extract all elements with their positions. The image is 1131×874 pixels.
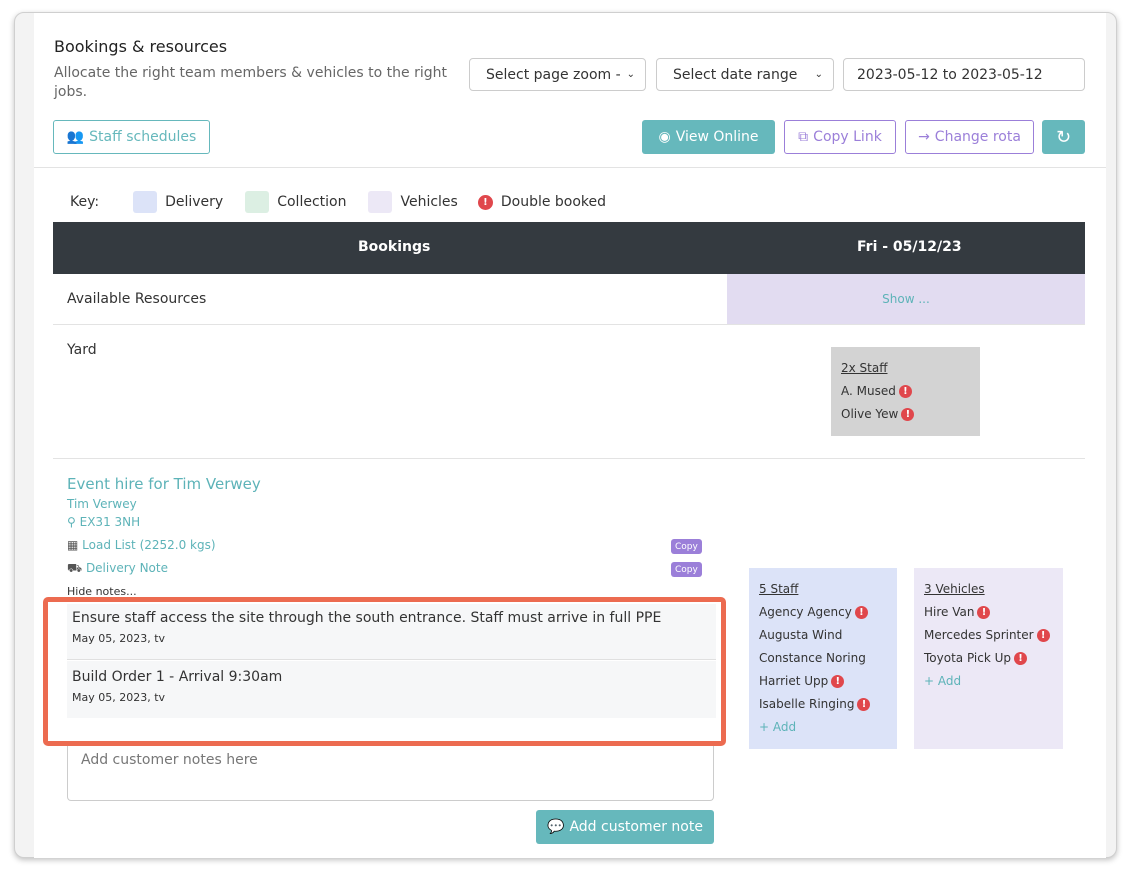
- error-icon: !: [854, 606, 868, 619]
- chevron-down-icon: ⌄: [626, 69, 635, 80]
- key-legend: Key: Delivery Collection Vehicles ! Doubl…: [70, 191, 606, 213]
- copy-icon: ⧉: [798, 129, 809, 145]
- note-text: Ensure staff access the site through the…: [72, 610, 662, 626]
- map-marker-icon: ⚲: [67, 515, 76, 529]
- staff-item[interactable]: Constance Noring: [759, 647, 887, 670]
- table-header: Bookings Fri - 05/12/23: [53, 222, 1085, 274]
- customer-note: Build Order 1 - Arrival 9:30am May 05, 2…: [67, 661, 716, 718]
- key-collection: Collection: [277, 194, 347, 210]
- error-icon: !: [831, 675, 845, 688]
- yard-label: Yard: [67, 342, 97, 358]
- vehicle-item[interactable]: Toyota Pick Up!: [924, 647, 1053, 670]
- error-icon: !: [857, 698, 871, 711]
- date-value: 2023-05-12 to 2023-05-12: [857, 66, 1043, 83]
- staff-title[interactable]: 5 Staff: [759, 582, 798, 596]
- vehicles-box: 3 Vehicles Hire Van! Mercedes Sprinter! …: [914, 568, 1063, 749]
- yard-staff-title[interactable]: 2x Staff: [841, 361, 888, 375]
- error-icon: !: [1014, 652, 1028, 665]
- add-note-label: Add customer note: [569, 819, 703, 835]
- users-icon: 👥: [66, 129, 85, 145]
- refresh-button[interactable]: ↻: [1042, 120, 1085, 154]
- customer-note: Ensure staff access the site through the…: [67, 604, 716, 660]
- refresh-icon: ↻: [1055, 126, 1072, 148]
- page-title: Bookings & resources: [54, 37, 228, 56]
- copy-load-list-button[interactable]: Copy: [671, 539, 702, 554]
- chevron-down-icon: ⌄: [814, 69, 823, 80]
- collection-swatch: [245, 191, 270, 213]
- copy-link-button[interactable]: ⧉ Copy Link: [784, 120, 896, 154]
- note-text: Build Order 1 - Arrival 9:30am: [72, 669, 283, 685]
- page-zoom-value: Select page zoom -: [486, 66, 621, 83]
- delivery-swatch: [133, 191, 158, 213]
- table-icon: ▦: [67, 538, 79, 552]
- staff-schedules-label: Staff schedules: [89, 129, 197, 145]
- staff-item[interactable]: Isabelle Ringing!: [759, 693, 887, 716]
- error-icon: !: [977, 606, 991, 619]
- view-online-button[interactable]: ◉ View Online: [642, 120, 775, 154]
- add-vehicle-link[interactable]: + Add: [924, 670, 1053, 693]
- vehicle-item[interactable]: Hire Van!: [924, 601, 1053, 624]
- staff-box: 5 Staff Agency Agency! Augusta Wind Cons…: [749, 568, 897, 749]
- add-staff-link[interactable]: + Add: [759, 716, 887, 739]
- yard-staff-box: 2x Staff A. Mused! Olive Yew!: [831, 347, 980, 436]
- divider: [53, 458, 1085, 459]
- divider: [34, 167, 1106, 168]
- key-label: Key:: [70, 194, 100, 210]
- staff-item[interactable]: Harriet Upp!: [759, 670, 887, 693]
- date-range-select[interactable]: Select date range ⌄: [656, 58, 834, 91]
- date-column-header: Fri - 05/12/23: [857, 239, 962, 255]
- view-online-label: View Online: [675, 129, 759, 145]
- customer-notes-textarea[interactable]: Add customer notes here: [67, 746, 714, 801]
- error-icon: !: [477, 194, 493, 210]
- key-double-booked: Double booked: [500, 194, 607, 210]
- date-input[interactable]: 2023-05-12 to 2023-05-12: [843, 58, 1085, 91]
- error-icon: !: [901, 408, 915, 421]
- error-icon: !: [1036, 629, 1050, 642]
- eye-icon: ◉: [658, 129, 671, 145]
- add-customer-note-button[interactable]: 💬 Add customer note: [536, 810, 714, 844]
- yard-staff-item[interactable]: Olive Yew!: [841, 403, 970, 426]
- key-delivery: Delivery: [165, 194, 224, 210]
- change-rota-label: Change rota: [934, 129, 1021, 145]
- note-meta: May 05, 2023, tv: [72, 691, 166, 704]
- bookings-column-header: Bookings: [358, 239, 431, 255]
- truck-icon: ⛟: [67, 561, 83, 575]
- staff-item[interactable]: Agency Agency!: [759, 601, 887, 624]
- yard-staff-item[interactable]: A. Mused!: [841, 380, 970, 403]
- postcode-link[interactable]: ⚲ EX31 3NH: [67, 515, 140, 529]
- comment-icon: 💬: [547, 819, 565, 835]
- staff-item[interactable]: Augusta Wind: [759, 624, 887, 647]
- divider: [53, 324, 1085, 325]
- copy-link-label: Copy Link: [813, 129, 882, 145]
- change-rota-button[interactable]: → Change rota: [905, 120, 1034, 154]
- error-icon: !: [898, 385, 912, 398]
- show-resources-button[interactable]: Show ...: [727, 274, 1085, 324]
- booking-title-link[interactable]: Event hire for Tim Verwey: [67, 475, 261, 493]
- page-subtitle: Allocate the right team members & vehicl…: [54, 65, 447, 100]
- page-zoom-select[interactable]: Select page zoom - ⌄: [469, 58, 646, 91]
- vehicles-swatch: [368, 191, 393, 213]
- note-meta: May 05, 2023, tv: [72, 632, 166, 645]
- available-resources-label: Available Resources: [67, 291, 207, 307]
- arrow-right-icon: →: [918, 129, 930, 145]
- customer-link[interactable]: Tim Verwey: [67, 497, 137, 511]
- date-range-value: Select date range: [673, 66, 798, 83]
- vehicles-title[interactable]: 3 Vehicles: [924, 582, 985, 596]
- load-list-link[interactable]: ▦ Load List (2252.0 kgs): [67, 538, 216, 552]
- delivery-note-link[interactable]: ⛟ Delivery Note: [67, 561, 168, 577]
- staff-schedules-button[interactable]: 👥 Staff schedules: [53, 120, 210, 154]
- show-label: Show ...: [882, 292, 930, 306]
- copy-delivery-note-button[interactable]: Copy: [671, 562, 702, 577]
- key-vehicles: Vehicles: [400, 194, 458, 210]
- vehicle-item[interactable]: Mercedes Sprinter!: [924, 624, 1053, 647]
